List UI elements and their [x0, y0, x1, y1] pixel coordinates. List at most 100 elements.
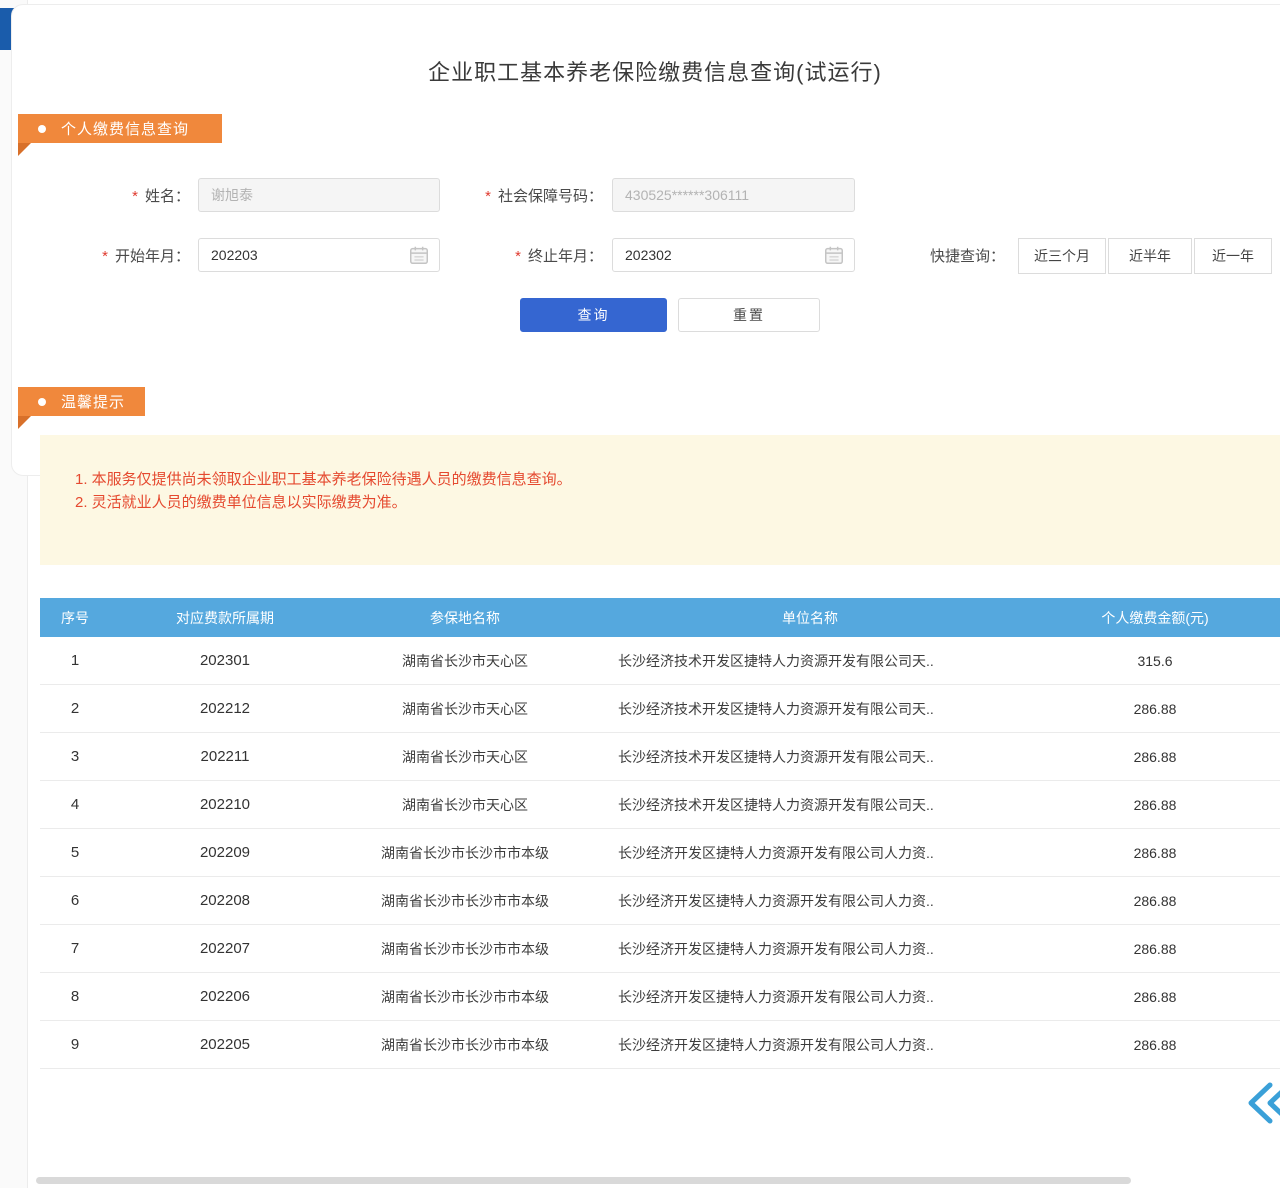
- double-chevron-left-icon[interactable]: [1243, 1080, 1280, 1126]
- ssn-input[interactable]: [612, 178, 855, 212]
- table-row: 2 202212 湖南省长沙市天心区 长沙经济技术开发区捷特人力资源开发有限公司…: [40, 685, 1280, 733]
- cell-amount: 286.88: [1030, 989, 1280, 1005]
- page: 企业职工基本养老保险缴费信息查询(试运行) 个人缴费信息查询 * 姓名： * 社…: [0, 0, 1280, 1188]
- cell-amount: 286.88: [1030, 797, 1280, 813]
- table-row: 9 202205 湖南省长沙市长沙市市本级 长沙经济开发区捷特人力资源开发有限公…: [40, 1021, 1280, 1069]
- cell-period: 202301: [110, 652, 340, 669]
- cell-index: 9: [40, 1036, 110, 1053]
- required-asterisk: *: [515, 250, 521, 264]
- cell-company: 长沙经济开发区捷特人力资源开发有限公司人力资..: [590, 891, 1030, 911]
- reset-button[interactable]: 重置: [678, 298, 820, 332]
- header-company: 单位名称: [590, 608, 1030, 628]
- cell-index: 5: [40, 844, 110, 861]
- cell-index: 3: [40, 748, 110, 765]
- query-button[interactable]: 查询: [520, 298, 667, 332]
- cell-period: 202208: [110, 892, 340, 909]
- cell-index: 1: [40, 652, 110, 669]
- start-month-label: 开始年月：: [115, 245, 190, 266]
- quick-last-half-year-button[interactable]: 近半年: [1108, 238, 1192, 274]
- cell-period: 202211: [110, 748, 340, 765]
- cell-period: 202209: [110, 844, 340, 861]
- header-area: 参保地名称: [340, 608, 590, 628]
- cell-company: 长沙经济技术开发区捷特人力资源开发有限公司天..: [590, 795, 1030, 815]
- cell-company: 长沙经济技术开发区捷特人力资源开发有限公司天..: [590, 699, 1030, 719]
- section-badge-query-label: 个人缴费信息查询: [61, 118, 189, 139]
- section-badge-tips: 温馨提示: [18, 387, 145, 416]
- quick-query-group: 近三个月 近半年 近一年: [1018, 238, 1272, 274]
- name-label-group: * 姓名：: [40, 185, 190, 205]
- cell-period: 202210: [110, 796, 340, 813]
- cell-index: 2: [40, 700, 110, 717]
- table-body: 1 202301 湖南省长沙市天心区 长沙经济技术开发区捷特人力资源开发有限公司…: [40, 637, 1280, 1069]
- cell-area: 湖南省长沙市天心区: [340, 795, 590, 815]
- cell-company: 长沙经济技术开发区捷特人力资源开发有限公司天..: [590, 747, 1030, 767]
- table-row: 6 202208 湖南省长沙市长沙市市本级 长沙经济开发区捷特人力资源开发有限公…: [40, 877, 1280, 925]
- table-row: 8 202206 湖南省长沙市长沙市市本级 长沙经济开发区捷特人力资源开发有限公…: [40, 973, 1280, 1021]
- quick-last-year-button[interactable]: 近一年: [1194, 238, 1272, 274]
- table-row: 7 202207 湖南省长沙市长沙市市本级 长沙经济开发区捷特人力资源开发有限公…: [40, 925, 1280, 973]
- cell-index: 4: [40, 796, 110, 813]
- table-row: 1 202301 湖南省长沙市天心区 长沙经济技术开发区捷特人力资源开发有限公司…: [40, 637, 1280, 685]
- cell-amount: 286.88: [1030, 941, 1280, 957]
- cell-area: 湖南省长沙市天心区: [340, 699, 590, 719]
- cell-area: 湖南省长沙市长沙市市本级: [340, 939, 590, 959]
- notice-line-1: 1. 本服务仅提供尚未领取企业职工基本养老保险待遇人员的缴费信息查询。: [75, 468, 1260, 491]
- cell-amount: 286.88: [1030, 845, 1280, 861]
- page-title: 企业职工基本养老保险缴费信息查询(试运行): [30, 55, 1280, 87]
- bullet-dot-icon: [38, 398, 46, 406]
- cell-index: 6: [40, 892, 110, 909]
- cell-amount: 286.88: [1030, 749, 1280, 765]
- cell-amount: 315.6: [1030, 653, 1280, 669]
- end-month-label-group: * 终止年月：: [425, 245, 603, 265]
- header-amount: 个人缴费金额(元): [1030, 608, 1280, 628]
- end-month-label: 终止年月：: [528, 245, 603, 266]
- cell-index: 7: [40, 940, 110, 957]
- ssn-label: 社会保障号码：: [498, 185, 603, 206]
- cell-area: 湖南省长沙市长沙市市本级: [340, 843, 590, 863]
- notice-box: 1. 本服务仅提供尚未领取企业职工基本养老保险待遇人员的缴费信息查询。 2. 灵…: [40, 435, 1280, 565]
- cell-index: 8: [40, 988, 110, 1005]
- table-row: 3 202211 湖南省长沙市天心区 长沙经济技术开发区捷特人力资源开发有限公司…: [40, 733, 1280, 781]
- cell-company: 长沙经济技术开发区捷特人力资源开发有限公司天..: [590, 651, 1030, 671]
- cell-company: 长沙经济开发区捷特人力资源开发有限公司人力资..: [590, 843, 1030, 863]
- name-label: 姓名：: [145, 185, 190, 206]
- cell-amount: 286.88: [1030, 701, 1280, 717]
- required-asterisk: *: [485, 190, 491, 204]
- notice-line-2: 2. 灵活就业人员的缴费单位信息以实际缴费为准。: [75, 491, 1260, 514]
- cell-period: 202212: [110, 700, 340, 717]
- cell-period: 202205: [110, 1036, 340, 1053]
- name-input[interactable]: [198, 178, 440, 212]
- cell-period: 202206: [110, 988, 340, 1005]
- horizontal-scrollbar[interactable]: [36, 1177, 1131, 1184]
- calendar-icon[interactable]: [823, 244, 845, 266]
- cell-period: 202207: [110, 940, 340, 957]
- quick-last-3-months-button[interactable]: 近三个月: [1018, 238, 1106, 274]
- required-asterisk: *: [132, 190, 138, 204]
- badge-fold-decoration: [18, 143, 31, 156]
- quick-query-label: 快捷查询：: [930, 245, 1010, 266]
- bullet-dot-icon: [38, 125, 46, 133]
- cell-company: 长沙经济开发区捷特人力资源开发有限公司人力资..: [590, 939, 1030, 959]
- cell-area: 湖南省长沙市天心区: [340, 651, 590, 671]
- cell-company: 长沙经济开发区捷特人力资源开发有限公司人力资..: [590, 987, 1030, 1007]
- table-header-row: 序号 对应费款所属期 参保地名称 单位名称 个人缴费金额(元): [40, 598, 1280, 637]
- start-month-label-group: * 开始年月：: [40, 245, 190, 265]
- header-index: 序号: [40, 608, 110, 628]
- cell-company: 长沙经济开发区捷特人力资源开发有限公司人力资..: [590, 1035, 1030, 1055]
- section-badge-query: 个人缴费信息查询: [18, 114, 222, 143]
- cell-area: 湖南省长沙市长沙市市本级: [340, 987, 590, 1007]
- cell-area: 湖南省长沙市天心区: [340, 747, 590, 767]
- required-asterisk: *: [102, 250, 108, 264]
- results-table: 序号 对应费款所属期 参保地名称 单位名称 个人缴费金额(元) 1 202301…: [40, 598, 1280, 1069]
- table-row: 5 202209 湖南省长沙市长沙市市本级 长沙经济开发区捷特人力资源开发有限公…: [40, 829, 1280, 877]
- end-month-input[interactable]: [612, 238, 855, 272]
- start-month-input[interactable]: [198, 238, 440, 272]
- ssn-label-group: * 社会保障号码：: [425, 185, 603, 205]
- section-badge-tips-label: 温馨提示: [61, 391, 125, 412]
- cell-amount: 286.88: [1030, 1037, 1280, 1053]
- header-period: 对应费款所属期: [110, 608, 340, 628]
- cell-amount: 286.88: [1030, 893, 1280, 909]
- badge-fold-decoration: [18, 416, 31, 429]
- cell-area: 湖南省长沙市长沙市市本级: [340, 1035, 590, 1055]
- cell-area: 湖南省长沙市长沙市市本级: [340, 891, 590, 911]
